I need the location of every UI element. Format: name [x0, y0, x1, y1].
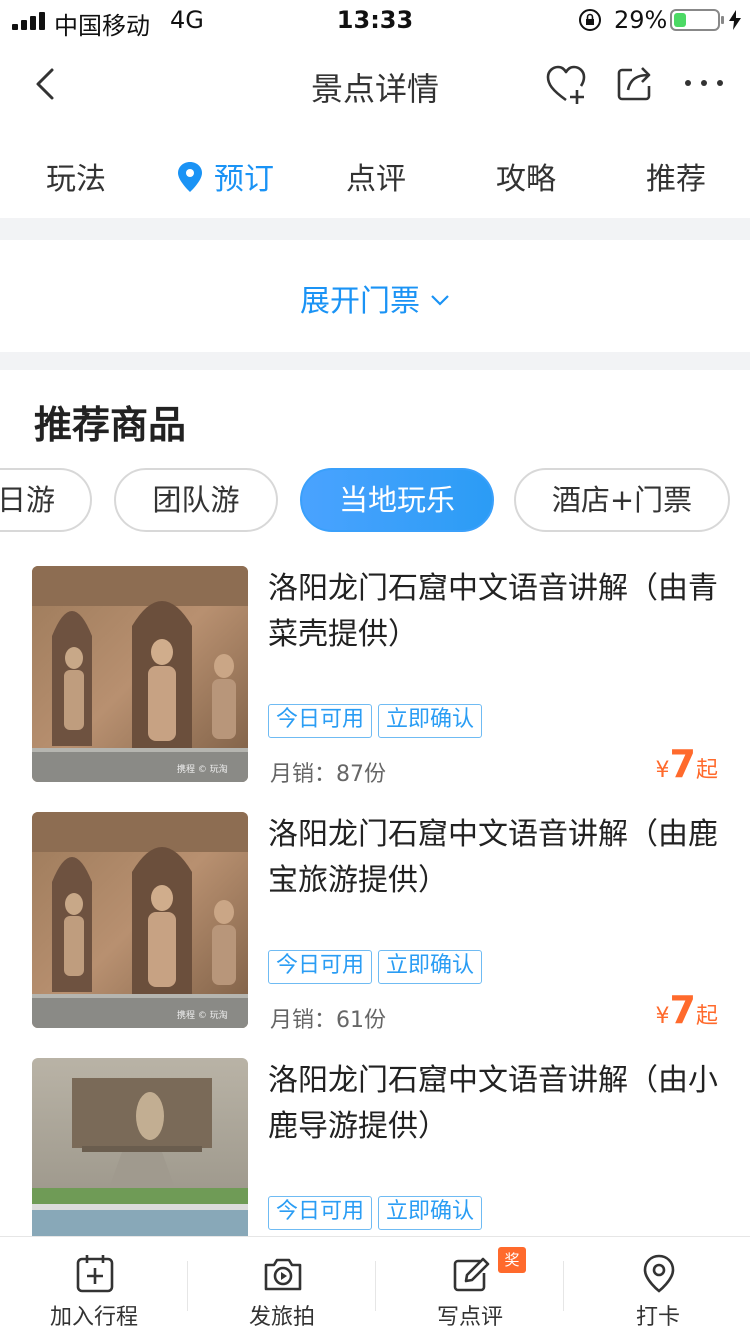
divider	[0, 352, 750, 370]
tab-wanfa[interactable]: 玩法	[46, 154, 106, 198]
chip-hotel-ticket[interactable]: 酒店+门票	[514, 468, 730, 532]
chip-local-fun[interactable]: 当地玩乐	[300, 468, 494, 532]
tab-reviews[interactable]: 点评	[346, 154, 406, 198]
tab-guides[interactable]: 攻略	[496, 154, 556, 198]
tab-booking[interactable]: 预订	[178, 154, 274, 198]
category-chips: 日游 团队游 当地玩乐 酒店+门票	[0, 468, 750, 532]
check-in-button[interactable]: 打卡	[564, 1237, 750, 1334]
rotation-lock-icon	[579, 9, 601, 31]
battery-level-fill	[674, 13, 686, 27]
heart-add-icon[interactable]	[544, 62, 588, 106]
post-photo-button[interactable]: 发旅拍	[188, 1237, 376, 1334]
tag-instant-confirm: 立即确认	[378, 950, 483, 984]
location-pin-icon	[178, 162, 202, 192]
price: ¥7起	[655, 742, 718, 786]
product-thumbnail: 携程 © 玩淘	[32, 566, 248, 782]
expand-tickets[interactable]: 展开门票	[0, 240, 750, 352]
divider	[0, 218, 750, 240]
write-review-button[interactable]: 奖 写点评	[376, 1237, 564, 1334]
monthly-sales: 月销：87份	[270, 762, 386, 787]
share-icon[interactable]	[614, 62, 656, 104]
product-card[interactable]: 携程 © 玩淘 洛阳龙门石窟中文语音讲解（由青菜壳提供） 今日可用 立即确认 月…	[0, 566, 750, 796]
product-card[interactable]: 携程 © 玩淘 洛阳龙门石窟中文语音讲解（由鹿宝旅游提供） 今日可用 立即确认 …	[0, 812, 750, 1042]
camera-icon	[264, 1258, 302, 1291]
product-title: 洛阳龙门石窟中文语音讲解（由鹿宝旅游提供）	[268, 817, 718, 898]
reward-badge: 奖	[498, 1247, 526, 1273]
product-title: 洛阳龙门石窟中文语音讲解（由青菜壳提供）	[268, 571, 718, 652]
chevron-down-icon	[431, 295, 449, 306]
tab-booking-label: 预订	[214, 162, 274, 197]
charging-bolt-icon	[729, 10, 741, 30]
tag-available-today: 今日可用	[268, 950, 373, 984]
location-pin-icon	[643, 1254, 675, 1293]
tag-available-today: 今日可用	[268, 704, 373, 738]
status-bar: 中国移动 4G 13:33 29%	[0, 0, 750, 40]
bottom-label: 发旅拍	[248, 1305, 315, 1330]
add-to-itinerary-button[interactable]: 加入行程	[0, 1237, 188, 1334]
product-thumbnail	[32, 1058, 248, 1236]
tag-available-today: 今日可用	[268, 1196, 373, 1230]
section-title: 推荐商品	[34, 403, 187, 447]
expand-tickets-label: 展开门票	[300, 284, 420, 319]
bottom-label: 加入行程	[49, 1305, 138, 1330]
chip-day-tour[interactable]: 日游	[0, 468, 92, 532]
product-title: 洛阳龙门石窟中文语音讲解（由小鹿导游提供）	[268, 1063, 718, 1144]
battery-percent: 29%	[614, 6, 668, 34]
tag-instant-confirm: 立即确认	[378, 704, 483, 738]
bottom-label: 打卡	[635, 1305, 680, 1330]
price: ¥7起	[655, 988, 718, 1032]
thumbnail-watermark: 携程 © 玩淘	[177, 763, 228, 775]
chip-group-tour[interactable]: 团队游	[114, 468, 278, 532]
bottom-label: 写点评	[436, 1305, 503, 1330]
tag-instant-confirm: 立即确认	[378, 1196, 483, 1230]
monthly-sales: 月销：61份	[270, 1008, 386, 1033]
product-thumbnail: 携程 © 玩淘	[32, 812, 248, 1028]
nav-bar: 景点详情	[0, 40, 750, 128]
bottom-action-bar: 加入行程 发旅拍 奖 写点评 打卡	[0, 1236, 750, 1334]
thumbnail-watermark: 携程 © 玩淘	[177, 1009, 228, 1021]
section-tabs: 玩法 预订 点评 攻略 推荐	[0, 140, 750, 208]
product-card[interactable]: 洛阳龙门石窟中文语音讲解（由小鹿导游提供） 今日可用 立即确认	[0, 1058, 750, 1236]
battery-icon	[670, 9, 724, 31]
edit-icon	[453, 1257, 490, 1292]
more-icon[interactable]	[684, 78, 724, 88]
tab-recommend[interactable]: 推荐	[646, 154, 706, 198]
calendar-add-icon	[76, 1255, 114, 1293]
